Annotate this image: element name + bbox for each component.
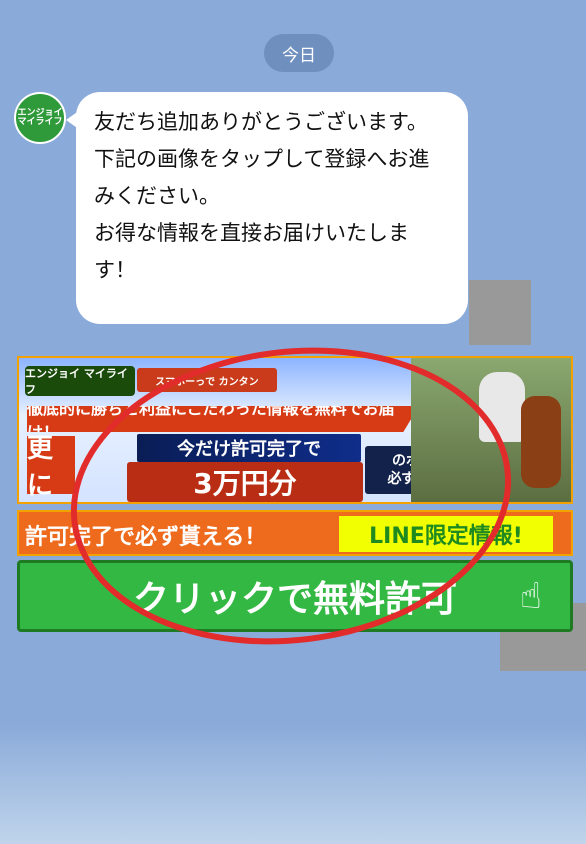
bottom-background-fade bbox=[0, 724, 586, 844]
avatar-line-middle: マイライフ bbox=[17, 117, 63, 127]
chat-message-bubble: 友だち追加ありがとうございます。 下記の画像をタップして登録へお進みください。 … bbox=[66, 92, 468, 324]
banner-left-tag: 更に bbox=[27, 434, 75, 501]
horse-head-shape bbox=[521, 396, 561, 488]
avatar[interactable]: エンジョイ マイライフ bbox=[14, 92, 66, 144]
date-pill: 今日 bbox=[264, 34, 334, 72]
right-gray-block-upper bbox=[469, 280, 531, 345]
banner-brand: エンジョイ マイライフ bbox=[25, 366, 135, 396]
pointing-hand-icon: ☝ bbox=[520, 575, 542, 617]
